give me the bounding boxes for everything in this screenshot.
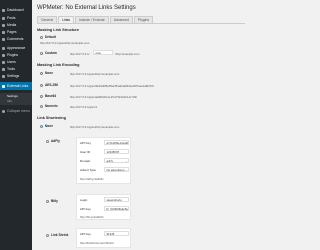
sidebar-item-pages[interactable]: Pages — [0, 29, 32, 35]
adfly-radio[interactable] — [46, 139, 49, 143]
option-custom[interactable]: Custom — [40, 51, 57, 55]
adfly-domain-label: Domain — [80, 159, 91, 163]
sidebar-item-external-links[interactable]: External Links — [0, 82, 32, 90]
custom-url-suffix: /http://example.com — [115, 52, 140, 56]
submenu-item-settings[interactable]: Settings — [0, 94, 32, 98]
sidebar-item-posts[interactable]: Posts — [0, 15, 32, 21]
page-title: WPMeter: No External Links Settings — [37, 5, 136, 11]
collapse-menu-button[interactable]: Collapse menu — [0, 108, 32, 114]
option-adfly[interactable]: AdFly — [46, 139, 60, 143]
adfly-domain-select[interactable]: adf.ly ▾ — [104, 158, 129, 163]
dashboard-icon — [2, 8, 5, 12]
tab-divider — [37, 23, 245, 24]
sidebar-item-appearance[interactable]: Appearance — [0, 45, 32, 51]
adfly-user-id-input[interactable]: 12345678 — [104, 149, 129, 154]
encoding-base64-radio[interactable] — [40, 94, 43, 98]
encoding-aes-radio[interactable] — [40, 83, 43, 87]
bitly-api-key-label: API Key — [80, 207, 91, 211]
linkshrink-url-preview: http://linkshrink.net/7Ab3cd — [80, 241, 114, 245]
sidebar-item-media[interactable]: Media — [0, 22, 32, 28]
encoding-numeric-radio[interactable] — [40, 104, 43, 108]
adfly-url-preview: http://adf.ly/1a2b3c — [80, 177, 104, 181]
submenu-item-info[interactable]: Info — [0, 99, 32, 103]
main-content: WPMeter: No External Links Settings Gene… — [32, 0, 250, 250]
media-icon — [2, 23, 5, 27]
encoding-none-url: http://127.0.0.1/goto/http://example.com — [70, 72, 120, 76]
encoding-base64-url: http://127.0.0.1/goto/aHR0cDovL2V4YW1wbG… — [70, 95, 137, 99]
custom-url-prefix: http://127.0.0.1/ — [70, 52, 90, 56]
linkshrink-api-key-label: API Key — [80, 232, 91, 236]
adfly-api-key-input[interactable]: a71b18f4e1dca3b4d9e5d — [104, 140, 129, 145]
option-encoding-base64[interactable]: Base64 — [40, 94, 56, 98]
plugin-icon — [2, 53, 5, 57]
option-shortening-none[interactable]: None — [40, 124, 53, 128]
tab-advanced[interactable]: Advanced — [109, 16, 133, 23]
custom-slug-input[interactable]: goto — [93, 50, 113, 55]
tab-general[interactable]: General — [37, 16, 58, 23]
shortening-none-radio[interactable] — [40, 124, 43, 128]
sidebar-item-plugins[interactable]: Plugins — [0, 52, 32, 58]
sidebar-item-tools[interactable]: Tools — [0, 66, 32, 72]
chevron-down-icon: ▾ — [125, 169, 127, 172]
custom-radio[interactable] — [40, 51, 43, 55]
bitly-api-key-input[interactable]: R_1b0f029a2e5e4f8a9b2c — [104, 206, 129, 211]
adfly-user-id-label: User ID — [80, 150, 91, 154]
sidebar-item-users[interactable]: Users — [0, 59, 32, 65]
tab-plugins[interactable]: Plugins — [133, 16, 154, 23]
option-encoding-aes[interactable]: AES-256 — [40, 83, 58, 87]
bitly-radio[interactable] — [46, 199, 49, 203]
encoding-aes-url: http://127.0.0.1/goto/9b29d2f6e55ac5f1ab… — [70, 84, 154, 88]
adfly-advert-type-label: Advert Type — [80, 168, 96, 172]
sidebar-item-comments[interactable]: Comments — [0, 36, 32, 42]
users-icon — [2, 60, 5, 64]
adfly-api-key-label: API Key — [80, 141, 91, 145]
brush-icon — [2, 46, 5, 50]
bitly-url-preview: http://bit.ly/1A2b3C — [80, 215, 104, 219]
option-default[interactable]: Default — [40, 35, 56, 39]
default-radio[interactable] — [40, 35, 43, 39]
default-url-preview: http://127.0.0.1/goto/http://example.com — [40, 41, 90, 45]
chevron-down-icon: ▾ — [125, 160, 127, 163]
settings-icon — [2, 74, 5, 78]
linkshrink-radio[interactable] — [46, 233, 49, 237]
pin-icon — [2, 16, 5, 20]
section-heading-masking-encoding: Masking Link Encoding — [37, 63, 80, 67]
option-bitly[interactable]: Bitly — [46, 199, 58, 203]
encoding-numeric-url: http://127.0.0.1/goto/1 — [70, 105, 98, 109]
comment-icon — [2, 37, 5, 41]
section-heading-link-shortening: Link Shortening — [37, 116, 66, 120]
bitly-login-label: Login — [80, 198, 88, 202]
admin-sidebar: Dashboard Posts Media Pages Comments App… — [0, 0, 32, 250]
adfly-advert-type-select[interactable]: No advertising ▾ — [104, 167, 129, 172]
linkshrink-api-key-input[interactable]: 91345 — [104, 231, 129, 236]
section-heading-masking-structure: Masking Link Structure — [37, 28, 79, 32]
shortening-none-url: http://127.0.0.1/goto/http://example.com — [70, 125, 120, 129]
encoding-none-radio[interactable] — [40, 71, 43, 75]
page-icon — [2, 30, 5, 34]
tab-links[interactable]: Links — [58, 16, 74, 23]
option-linkshrink[interactable]: Link Shrink — [46, 233, 68, 237]
tab-include-exclude[interactable]: Include / Exclude — [75, 16, 109, 23]
sidebar-item-settings[interactable]: Settings — [0, 73, 32, 79]
collapse-icon — [2, 109, 5, 113]
option-encoding-none[interactable]: None — [40, 71, 53, 75]
wrench-icon — [2, 67, 5, 71]
link-icon — [2, 84, 5, 88]
bitly-login-input[interactable]: steamshorts — [104, 197, 129, 202]
sidebar-item-dashboard[interactable]: Dashboard — [0, 7, 32, 13]
option-encoding-numeric[interactable]: Numeric — [40, 104, 58, 108]
tab-bar: General Links Include / Exclude Advanced… — [37, 16, 154, 23]
